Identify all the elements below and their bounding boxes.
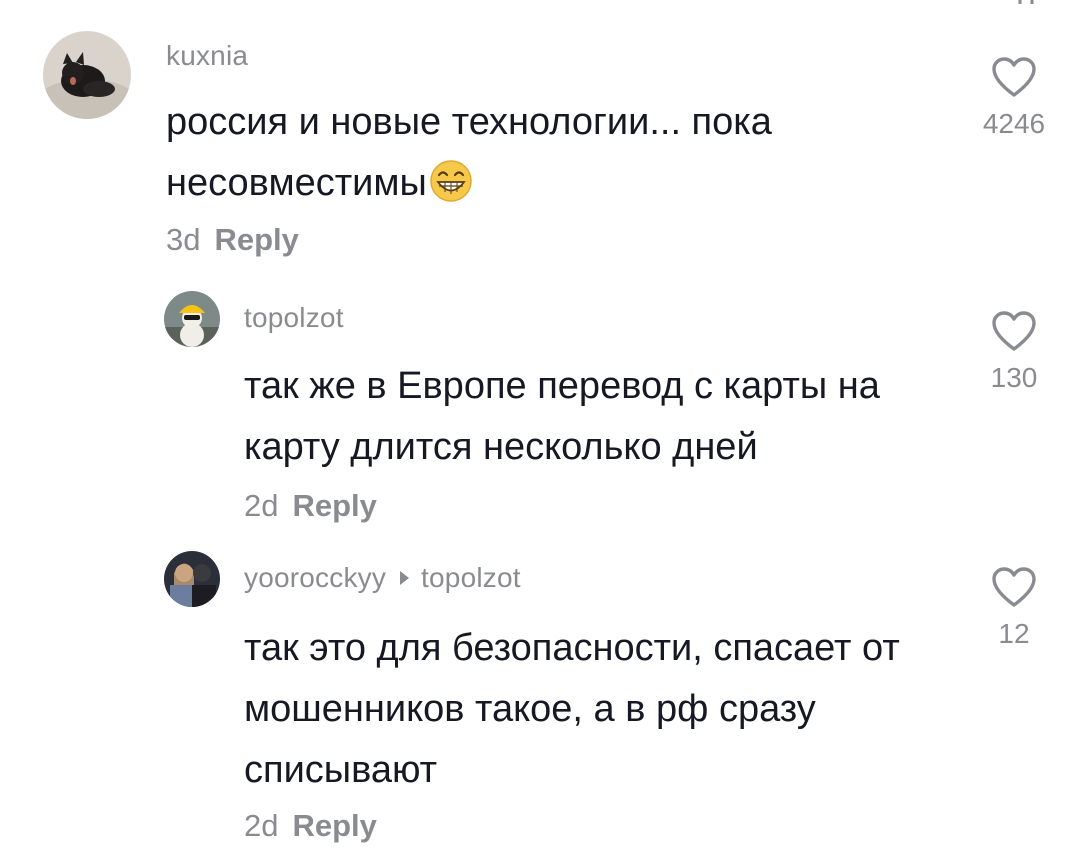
avatar[interactable]: [164, 291, 220, 347]
like-count: 130: [990, 362, 1038, 393]
comment-text: россия и новые технологии... пока несовм…: [166, 92, 886, 214]
comment-item: yoorocckyy topolzot так это для безопасно…: [0, 540, 1080, 858]
reply-button[interactable]: Reply: [292, 488, 376, 523]
comment-time: 3d: [166, 222, 201, 257]
reply-target[interactable]: topolzot: [421, 562, 521, 593]
comment-time: 2d: [244, 488, 279, 523]
comment-meta: 3d Reply: [166, 222, 299, 258]
reply-author[interactable]: yoorocckyy: [244, 562, 386, 593]
like-count: 12: [998, 618, 1030, 649]
avatar[interactable]: [43, 31, 131, 119]
comment-item: topolzot так же в Европе перевод с карты…: [0, 270, 1080, 540]
heart-outline-icon: [992, 567, 1036, 607]
reply-button[interactable]: Reply: [292, 808, 376, 843]
comment-text: так же в Европе перевод с карты на карту…: [244, 365, 880, 468]
heart-outline-icon: [992, 311, 1036, 351]
comment-time: 2d: [244, 808, 279, 843]
comment-meta: 2d Reply: [244, 488, 377, 524]
comment-item: kuxnia россия и новые технологии... пока…: [0, 0, 1080, 270]
like-count: 4246: [982, 108, 1046, 139]
comment-text: так это для безопасности, спасает от мош…: [244, 627, 900, 791]
like-button[interactable]: 4246: [954, 56, 1074, 140]
right-triangle-icon: [400, 570, 410, 585]
comment-username: yoorocckyy topolzot: [244, 562, 521, 594]
comment-username[interactable]: kuxnia: [166, 40, 248, 72]
like-button[interactable]: 130: [954, 310, 1074, 394]
grinning-face-emoji-icon: [430, 160, 472, 202]
like-button[interactable]: 12: [954, 566, 1074, 650]
avatar[interactable]: [164, 551, 220, 607]
reply-button[interactable]: Reply: [214, 222, 298, 257]
heart-outline-icon: [992, 57, 1036, 97]
comment-username[interactable]: topolzot: [244, 302, 344, 334]
comment-meta: 2d Reply: [244, 808, 377, 844]
